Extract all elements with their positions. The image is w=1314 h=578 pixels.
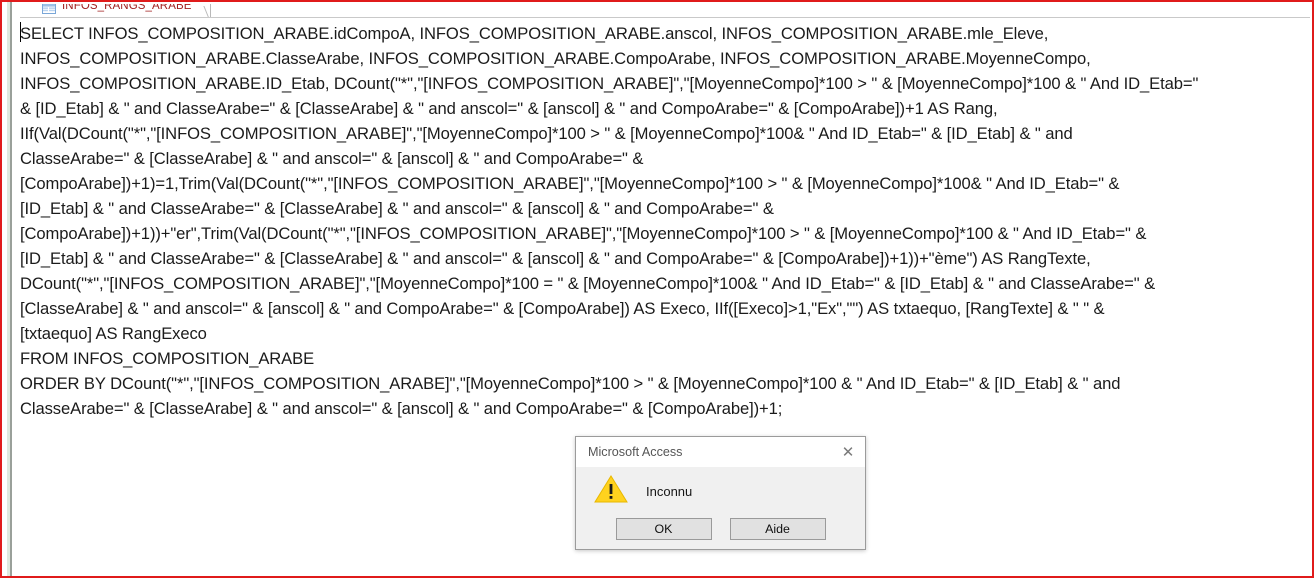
sql-line: [ID_Etab] & " and ClasseArabe=" & [Class… [20, 249, 1091, 268]
close-icon[interactable]: ✕ [831, 438, 865, 467]
sql-line: FROM INFOS_COMPOSITION_ARABE [20, 349, 315, 368]
sql-line: [ID_Etab] & " and ClasseArabe=" & [Class… [20, 199, 774, 218]
tab-strip-underline [20, 17, 1310, 18]
query-sql-icon [42, 4, 56, 14]
dialog-title-bar: Microsoft Access ✕ [576, 437, 865, 467]
document-tab-label: INFOS_RANGS_ARABE [62, 4, 192, 12]
document-tab-strip: INFOS_RANGS_ARABE [20, 4, 1310, 18]
aide-button[interactable]: Aide [729, 518, 826, 540]
window-left-rails [4, 2, 20, 576]
sql-line: ORDER BY DCount("*","[INFOS_COMPOSITION_… [20, 374, 1121, 393]
sql-line: & [ID_Etab] & " and ClasseArabe=" & [Cla… [20, 99, 998, 118]
rail-white-inner [12, 2, 20, 576]
sql-line: DCount("*","[INFOS_COMPOSITION_ARABE]","… [20, 274, 1156, 293]
sql-line: IIf(Val(DCount("*","[INFOS_COMPOSITION_A… [20, 124, 1073, 143]
sql-line: [ClasseArabe] & " and anscol=" & [anscol… [20, 299, 1105, 318]
warning-triangle-icon [594, 474, 628, 509]
sql-line: [txtaequo] AS RangExeco [20, 324, 207, 343]
sql-line: [CompoArabe])+1))+"er",Trim(Val(DCount("… [20, 224, 1147, 243]
dialog-message: Inconnu [646, 484, 693, 499]
sql-line: INFOS_COMPOSITION_ARABE.ClasseArabe, INF… [20, 49, 1091, 68]
sql-statement: SELECT INFOS_COMPOSITION_ARABE.idCompoA,… [20, 21, 1309, 421]
sql-line: SELECT INFOS_COMPOSITION_ARABE.idCompoA,… [20, 24, 1049, 43]
access-query-sql-view-window: INFOS_RANGS_ARABE SELECT INFOS_COMPOSITI… [0, 0, 1314, 578]
ok-button[interactable]: OK [615, 518, 712, 540]
text-caret [20, 22, 21, 42]
sql-line: INFOS_COMPOSITION_ARABE.ID_Etab, DCount(… [20, 74, 1199, 93]
document-tab-infos-rangs-arabe[interactable]: INFOS_RANGS_ARABE [36, 4, 211, 18]
dialog-title: Microsoft Access [588, 445, 683, 459]
sql-line: ClasseArabe=" & [ClasseArabe] & " and an… [20, 399, 783, 418]
dialog-button-row: OK Aide [576, 516, 865, 540]
sql-line: ClasseArabe=" & [ClasseArabe] & " and an… [20, 149, 644, 168]
dialog-body: Inconnu [576, 467, 865, 516]
microsoft-access-message-dialog: Microsoft Access ✕ Inconnu OK Aide [575, 436, 866, 550]
sql-line: [CompoArabe])+1)=1,Trim(Val(DCount("*","… [20, 174, 1120, 193]
